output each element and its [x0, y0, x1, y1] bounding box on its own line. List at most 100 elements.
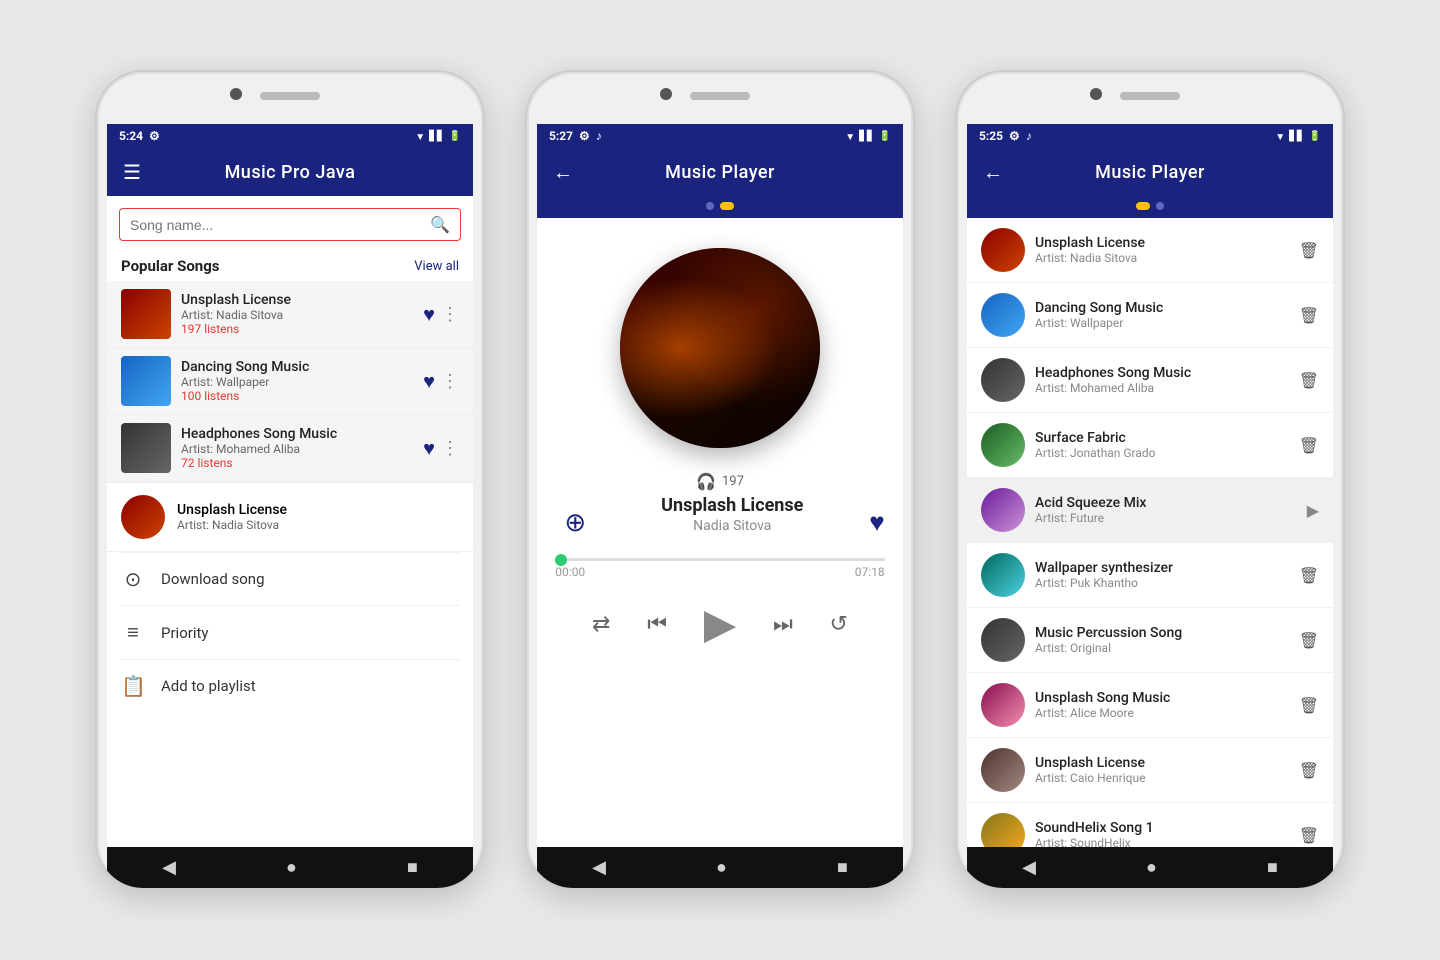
phone-3: 5:25 ⚙ ♪ ▋▋ 🔋 ← Music Player — [955, 70, 1345, 890]
playlist-title-5: Acid Squeeze Mix — [1035, 495, 1297, 511]
playlist-delete-1[interactable]: 🗑 — [1299, 241, 1319, 260]
dot-3-1[interactable] — [1136, 202, 1150, 210]
nav-home-2[interactable]: ● — [716, 857, 727, 878]
playlist-delete-8[interactable]: 🗑 — [1299, 696, 1319, 715]
playlist-artist-10: Artist: SoundHelix — [1035, 836, 1289, 847]
playlist-info-3: Headphones Song Music Artist: Mohamed Al… — [1035, 365, 1289, 395]
playlist-item-1[interactable]: Unsplash License Artist: Nadia Sitova 🗑 — [967, 218, 1333, 283]
playlist-info-2: Dancing Song Music Artist: Wallpaper — [1035, 300, 1289, 330]
dot-3-2[interactable] — [1156, 202, 1164, 210]
playlist-title-10: SoundHelix Song 1 — [1035, 820, 1289, 836]
wifi-icon-1 — [415, 129, 425, 143]
nav-back-3[interactable]: ◀ — [1022, 857, 1036, 878]
playlist-delete-7[interactable]: 🗑 — [1299, 631, 1319, 650]
more-button-3[interactable]: ⋮ — [441, 438, 459, 459]
dot-2-2[interactable] — [720, 202, 734, 210]
phone-screen-1: 5:24 ⚙ ▋▋ 🔋 ☰ Music Pro Java 🔍 Popular — [107, 124, 473, 888]
time-label-2: 5:27 — [549, 129, 573, 143]
context-priority[interactable]: ≡ Priority — [107, 606, 473, 659]
song-item-3[interactable]: Headphones Song Music Artist: Mohamed Al… — [107, 415, 473, 482]
time-total: 07:18 — [855, 565, 885, 579]
playlist-delete-4[interactable]: 🗑 — [1299, 436, 1319, 455]
next-button[interactable]: ⏭ — [773, 612, 793, 637]
song-actions-1: ♥ ⋮ — [423, 302, 459, 327]
signal-icon-3: ▋▋ — [1289, 131, 1304, 142]
back-icon-2[interactable]: ← — [553, 160, 573, 185]
heart-button-player[interactable]: ♥ — [869, 507, 884, 538]
playlist-delete-2[interactable]: 🗑 — [1299, 306, 1319, 325]
heart-button-3[interactable]: ♥ — [423, 436, 435, 461]
nav-square-1[interactable]: ■ — [407, 857, 418, 878]
back-icon-3[interactable]: ← — [983, 160, 1003, 185]
playlist-item-10[interactable]: SoundHelix Song 1 Artist: SoundHelix 🗑 — [967, 803, 1333, 847]
playlist-title-2: Dancing Song Music — [1035, 300, 1289, 316]
signal-icon-1: ▋▋ — [429, 131, 444, 142]
dot-2-1[interactable] — [706, 202, 714, 210]
time-row: 00:00 07:18 — [555, 565, 884, 579]
playlist-item-8[interactable]: Unsplash Song Music Artist: Alice Moore … — [967, 673, 1333, 738]
heart-button-1[interactable]: ♥ — [423, 302, 435, 327]
shuffle-button[interactable]: ⇄ — [592, 612, 610, 637]
nav-bar-2: ◀ ● ■ — [537, 847, 903, 888]
playlist-item-9[interactable]: Unsplash License Artist: Caio Henrique 🗑 — [967, 738, 1333, 803]
play-button[interactable]: ▶ — [704, 599, 736, 649]
song-title-3: Headphones Song Music — [181, 426, 413, 442]
playlist-item-7[interactable]: Music Percussion Song Artist: Original 🗑 — [967, 608, 1333, 673]
camera-1 — [230, 88, 242, 100]
prev-button[interactable]: ⏮ — [647, 612, 667, 637]
wifi-icon-3 — [1275, 129, 1285, 143]
song-info-1: Unsplash License Artist: Nadia Sitova 19… — [181, 292, 413, 336]
app-header-3: ← Music Player — [967, 148, 1333, 196]
more-button-1[interactable]: ⋮ — [441, 304, 459, 325]
heart-button-2[interactable]: ♥ — [423, 369, 435, 394]
nav-square-2[interactable]: ■ — [837, 857, 848, 878]
song-item-1[interactable]: Unsplash License Artist: Nadia Sitova 19… — [107, 281, 473, 348]
nav-back-2[interactable]: ◀ — [592, 857, 606, 878]
playlist-delete-3[interactable]: 🗑 — [1299, 371, 1319, 390]
playlist-info-10: SoundHelix Song 1 Artist: SoundHelix — [1035, 820, 1289, 847]
player-controls-row: ⊕ Unsplash License Nadia Sitova ♥ — [555, 495, 884, 550]
download-button-player[interactable]: ⊕ — [555, 508, 595, 538]
repeat-button[interactable]: ↺ — [830, 612, 848, 637]
context-download[interactable]: ⊙ Download song — [107, 553, 473, 605]
playlist-content: Unsplash License Artist: Nadia Sitova 🗑 … — [967, 218, 1333, 847]
more-button-2[interactable]: ⋮ — [441, 371, 459, 392]
progress-container[interactable]: 00:00 07:18 — [555, 558, 884, 579]
nav-home-3[interactable]: ● — [1146, 857, 1157, 878]
playlist-item-3[interactable]: Headphones Song Music Artist: Mohamed Al… — [967, 348, 1333, 413]
playlist-artist-8: Artist: Alice Moore — [1035, 706, 1289, 720]
nav-square-3[interactable]: ■ — [1267, 857, 1278, 878]
playlist-item-6[interactable]: Wallpaper synthesizer Artist: Puk Khanth… — [967, 543, 1333, 608]
progress-bar[interactable] — [555, 558, 884, 561]
context-add-playlist[interactable]: 📋 Add to playlist — [107, 660, 473, 712]
context-menu: Unsplash License Artist: Nadia Sitova ⊙ … — [107, 482, 473, 712]
search-input-1[interactable] — [130, 217, 430, 233]
playlist-delete-9[interactable]: 🗑 — [1299, 761, 1319, 780]
search-bar-1[interactable]: 🔍 — [119, 208, 461, 241]
playlist-item-5[interactable]: Acid Squeeze Mix Artist: Future ▶ — [967, 478, 1333, 543]
add-playlist-icon: 📋 — [121, 674, 145, 698]
view-all-button[interactable]: View all — [414, 259, 459, 274]
playlist-thumb-10 — [981, 813, 1025, 847]
song-thumb-2 — [121, 356, 171, 406]
menu-icon-1[interactable]: ☰ — [123, 160, 141, 184]
page-dots-2 — [537, 196, 903, 218]
song-item-2[interactable]: Dancing Song Music Artist: Wallpaper 100… — [107, 348, 473, 415]
search-icon-1[interactable]: 🔍 — [430, 215, 450, 234]
nav-back-1[interactable]: ◀ — [162, 857, 176, 878]
speaker-3 — [1120, 92, 1180, 100]
playlist-artist-6: Artist: Puk Khantho — [1035, 576, 1289, 590]
playlist-delete-10[interactable]: 🗑 — [1299, 826, 1319, 845]
playlist-item-2[interactable]: Dancing Song Music Artist: Wallpaper 🗑 — [967, 283, 1333, 348]
play-count-number: 197 — [722, 474, 744, 489]
nav-home-1[interactable]: ● — [286, 857, 297, 878]
album-art — [620, 248, 820, 448]
playlist-delete-6[interactable]: 🗑 — [1299, 566, 1319, 585]
camera-2 — [660, 88, 672, 100]
play-indicator-5[interactable]: ▶ — [1307, 501, 1319, 520]
song-thumb-3 — [121, 423, 171, 473]
headphones-icon: 🎧 — [696, 472, 716, 491]
status-bar-1: 5:24 ⚙ ▋▋ 🔋 — [107, 124, 473, 148]
playlist-item-4[interactable]: Surface Fabric Artist: Jonathan Grado 🗑 — [967, 413, 1333, 478]
playlist-artist-1: Artist: Nadia Sitova — [1035, 251, 1289, 265]
